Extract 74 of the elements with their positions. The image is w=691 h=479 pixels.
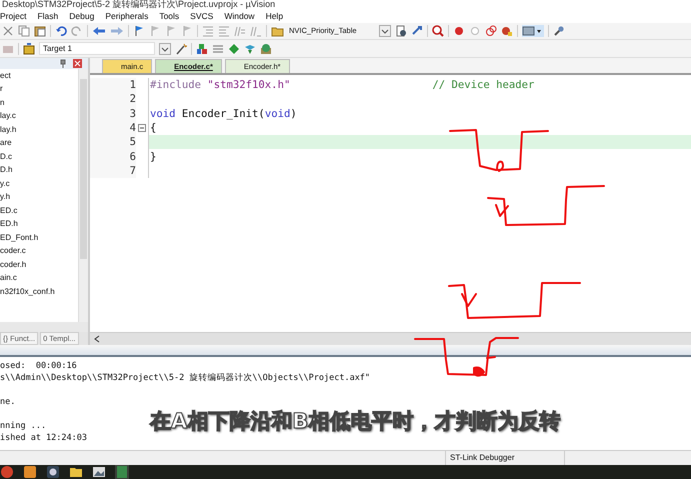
tree-item[interactable]: lay.c [0, 111, 78, 122]
image-icon[interactable] [92, 465, 106, 479]
menu-item[interactable]: Window [224, 11, 255, 22]
tree-item[interactable]: ain.c [0, 273, 78, 284]
tree-item[interactable]: are [0, 138, 78, 148]
tree-item[interactable]: coder.h [0, 260, 78, 270]
wrench-icon[interactable] [553, 24, 565, 37]
line-number: 6 [90, 149, 136, 164]
video-subtitle: 在A相下降沿和B相低电平时，才判断为反转 [150, 408, 560, 436]
line-number: 3 [90, 106, 136, 121]
line-number: 4 [90, 120, 136, 136]
tree-item[interactable]: coder.c [0, 246, 78, 256]
tree-item[interactable]: y.h [0, 192, 78, 202]
line-number: 1 [90, 78, 136, 92]
tree-item[interactable]: r [0, 84, 78, 94]
output-line: ished at 12:24:03 [0, 432, 87, 444]
find-in-files-icon[interactable] [395, 24, 407, 37]
tree-item[interactable]: n32f10x_conf.h [0, 286, 78, 297]
app-icon[interactable] [23, 465, 37, 479]
dropdown-icon[interactable] [159, 42, 171, 55]
code-line: { [150, 122, 156, 134]
tree-item[interactable]: D.c [0, 152, 78, 162]
cut-icon[interactable] [2, 24, 14, 37]
target-select[interactable]: Target 1 [39, 42, 155, 56]
menu-item[interactable]: Peripherals [105, 11, 148, 22]
window-layout-icon[interactable] [522, 24, 544, 37]
menu-item[interactable]: SVCS [190, 11, 214, 22]
menu-item[interactable]: Tools [159, 11, 180, 22]
tree-item[interactable]: D.h [0, 165, 78, 176]
magic-wand-icon[interactable] [175, 42, 187, 55]
scrollbar[interactable] [0, 322, 88, 332]
paste-icon[interactable] [34, 24, 46, 37]
tree-item[interactable]: y.c [0, 178, 78, 189]
kill-breakpoints-icon[interactable] [501, 24, 513, 37]
tree-item[interactable]: ED.h [0, 219, 78, 230]
tree-item[interactable]: ED.c [0, 206, 78, 216]
tree-item[interactable]: n [0, 98, 78, 108]
back-arrow-icon[interactable] [92, 24, 106, 37]
undo-icon[interactable] [55, 24, 67, 37]
menu-item[interactable]: Help [266, 11, 284, 22]
incremental-find-icon[interactable] [411, 24, 423, 37]
debug-magnifier-icon[interactable] [432, 24, 444, 37]
menu-item[interactable]: Debug [69, 11, 94, 22]
copy-icon[interactable] [18, 24, 30, 37]
app-icon[interactable] [46, 465, 60, 479]
scrollbar[interactable] [78, 68, 88, 322]
menu-item[interactable]: Project [0, 11, 26, 22]
close-icon[interactable] [73, 58, 82, 68]
manage-components-icon[interactable] [196, 42, 208, 55]
code-line: #include "stm32f10x.h" // Device header [150, 79, 534, 92]
output-line: nning ... [0, 420, 46, 432]
line-number: 2 [90, 92, 136, 106]
output-line: osed: 00:00:16 [0, 360, 77, 372]
menu-item[interactable]: Flash [37, 11, 58, 22]
tree-item[interactable]: ect [0, 70, 78, 81]
pin-icon[interactable] [59, 58, 67, 68]
code-line: } [150, 150, 156, 163]
line-number: 7 [90, 164, 136, 178]
panel-splitter[interactable] [0, 345, 691, 358]
tree-item[interactable]: lay.h [0, 124, 78, 135]
breakpoints-toggle-icon[interactable] [485, 24, 497, 37]
breakpoint-icon[interactable] [453, 24, 465, 37]
tree-item[interactable]: ED_Font.h [0, 232, 78, 243]
scroll-left-icon[interactable] [93, 335, 101, 344]
layers-icon[interactable] [212, 42, 224, 55]
code-line: void Encoder_Init(void) [150, 108, 297, 120]
output-line: ne. [0, 396, 16, 408]
bookmark-flag-icon[interactable] [133, 24, 145, 37]
line-number: 5 [90, 135, 136, 150]
dropdown-icon[interactable] [379, 24, 391, 37]
horizontal-scrollbar[interactable] [90, 332, 691, 346]
output-line: s\\Admin\\Desktop\\STM32Project\\5-2 旋转编码器计次\\Objects\\Project.axf" [0, 372, 370, 384]
diamond-icon[interactable] [228, 42, 240, 55]
fold-toggle-icon[interactable] [138, 124, 146, 132]
